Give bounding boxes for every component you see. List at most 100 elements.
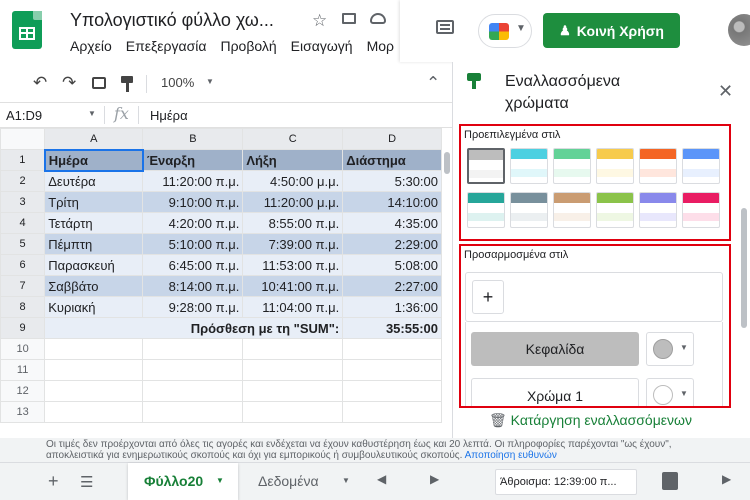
cell[interactable]: 2:27:00	[342, 275, 442, 297]
preset-style-swatch[interactable]	[467, 148, 505, 184]
preset-style-swatch[interactable]	[510, 192, 548, 228]
comments-icon[interactable]	[436, 20, 454, 34]
zoom-select[interactable]: 100%	[161, 75, 194, 90]
cell[interactable]: 8:55:00 π.μ.	[242, 212, 344, 234]
cell[interactable]	[142, 338, 244, 360]
scroll-thumb[interactable]	[444, 152, 450, 174]
cell[interactable]	[142, 401, 244, 423]
cell[interactable]: Τρίτη	[44, 191, 144, 213]
cell[interactable]: Διάστημα	[342, 149, 442, 171]
cell[interactable]: 9:28:00 π.μ.	[142, 296, 244, 318]
disclaimer-link[interactable]: Αποποίηση ευθυνών	[465, 450, 557, 461]
menu-edit[interactable]: Επεξεργασία	[126, 38, 207, 54]
tab-active-sheet[interactable]: Φύλλο20 ▼	[128, 463, 238, 500]
cell[interactable]	[342, 401, 442, 423]
cell[interactable]: Κυριακή	[44, 296, 144, 318]
preset-style-swatch[interactable]	[467, 192, 505, 228]
cell[interactable]: Τετάρτη	[44, 212, 144, 234]
header-color-button[interactable]: Κεφαλίδα	[471, 332, 639, 366]
row-header[interactable]: 12	[0, 380, 46, 402]
row-header[interactable]: 9	[0, 317, 46, 339]
collapse-toolbar-icon[interactable]: ⌄	[426, 71, 440, 91]
cell[interactable]	[44, 359, 144, 381]
preset-style-swatch[interactable]	[553, 148, 591, 184]
cell[interactable]: Ημέρα	[43, 148, 144, 172]
cell[interactable]: 7:39:00 π.μ.	[242, 233, 344, 255]
menu-view[interactable]: Προβολή	[220, 38, 276, 54]
cell[interactable]: 5:08:00	[342, 254, 442, 276]
cell[interactable]	[342, 338, 442, 360]
row-header[interactable]: 13	[0, 401, 46, 423]
sum-value-cell[interactable]: 35:55:00	[342, 317, 442, 339]
color1-picker[interactable]: ▼	[646, 378, 694, 406]
cell[interactable]: 4:20:00 π.μ.	[142, 212, 244, 234]
panel-scroll-thumb[interactable]	[741, 208, 747, 328]
cell[interactable]: 11:20:00 π.μ.	[142, 170, 244, 192]
cell[interactable]: 11:20:00 μ.μ.	[242, 191, 344, 213]
sum-label-cell[interactable]: Πρόσθεση με τη "SUM":	[44, 317, 344, 339]
row-header[interactable]: 1	[0, 149, 46, 171]
cell[interactable]	[142, 380, 244, 402]
color1-button[interactable]: Χρώμα 1	[471, 378, 639, 406]
print-icon[interactable]	[92, 77, 106, 89]
row-header[interactable]: 5	[0, 233, 46, 255]
column-header-c[interactable]: C	[242, 128, 344, 150]
share-button[interactable]: ♟ Κοινή Χρήση	[543, 13, 680, 48]
paint-format-icon[interactable]	[121, 76, 133, 83]
expand-side-panel-icon[interactable]: ▶	[722, 472, 731, 486]
preset-style-swatch[interactable]	[553, 192, 591, 228]
grid-vertical-scrollbar[interactable]	[442, 148, 452, 438]
move-folder-icon[interactable]	[342, 13, 356, 24]
cell[interactable]: 5:10:00 π.μ.	[142, 233, 244, 255]
cell[interactable]: 5:30:00	[342, 170, 442, 192]
preset-style-swatch[interactable]	[510, 148, 548, 184]
column-header-a[interactable]: A	[44, 128, 144, 150]
cell[interactable]	[44, 380, 144, 402]
cell[interactable]	[242, 380, 344, 402]
tab-data-sheet[interactable]: Δεδομένα	[258, 473, 319, 489]
cell[interactable]: 2:29:00	[342, 233, 442, 255]
cell[interactable]: Δευτέρα	[44, 170, 144, 192]
cell[interactable]: 1:36:00	[342, 296, 442, 318]
menu-insert[interactable]: Εισαγωγή	[291, 38, 353, 54]
name-box[interactable]: A1:D9	[6, 108, 42, 123]
row-header[interactable]: 2	[0, 170, 46, 192]
row-header[interactable]: 3	[0, 191, 46, 213]
sum-display[interactable]: Άθροισμα: 12:39:00 π...	[495, 469, 637, 495]
explore-button[interactable]	[652, 469, 688, 495]
cell[interactable]: 8:14:00 π.μ.	[142, 275, 244, 297]
star-icon[interactable]: ☆	[312, 11, 327, 31]
remove-alternating-colors-link[interactable]: 🗑 Κατάργηση εναλλασσόμενων	[489, 412, 692, 429]
row-header[interactable]: 8	[0, 296, 46, 318]
cell[interactable]: Παρασκευή	[44, 254, 144, 276]
chevron-down-icon[interactable]: ▼	[216, 476, 224, 485]
all-sheets-icon[interactable]: ☰	[80, 473, 93, 491]
cell[interactable]: Λήξη	[242, 149, 344, 171]
cell[interactable]: 11:53:00 π.μ.	[242, 254, 344, 276]
cell[interactable]: 14:10:00	[342, 191, 442, 213]
chevron-down-icon[interactable]: ▼	[342, 476, 350, 485]
cell[interactable]: 4:50:00 μ.μ.	[242, 170, 344, 192]
preset-style-swatch[interactable]	[639, 192, 677, 228]
cell[interactable]: 11:04:00 π.μ.	[242, 296, 344, 318]
row-header[interactable]: 4	[0, 212, 46, 234]
preset-style-swatch[interactable]	[682, 192, 720, 228]
cell[interactable]: 6:45:00 π.μ.	[142, 254, 244, 276]
meet-button[interactable]: ▼	[478, 14, 532, 48]
preset-style-swatch[interactable]	[639, 148, 677, 184]
close-icon[interactable]: ✕	[718, 81, 733, 102]
column-header-d[interactable]: D	[342, 128, 442, 150]
preset-style-swatch[interactable]	[596, 192, 634, 228]
header-color-picker[interactable]: ▼	[646, 332, 694, 366]
cell[interactable]	[342, 380, 442, 402]
preset-style-swatch[interactable]	[682, 148, 720, 184]
undo-icon[interactable]: ↶	[33, 73, 47, 93]
cell[interactable]	[242, 359, 344, 381]
preset-style-swatch[interactable]	[596, 148, 634, 184]
cell[interactable]: 10:41:00 π.μ.	[242, 275, 344, 297]
cell[interactable]	[242, 338, 344, 360]
select-all-corner[interactable]	[0, 128, 46, 150]
formula-input[interactable]: Ημέρα	[150, 108, 188, 123]
row-header[interactable]: 10	[0, 338, 46, 360]
cell[interactable]	[44, 401, 144, 423]
